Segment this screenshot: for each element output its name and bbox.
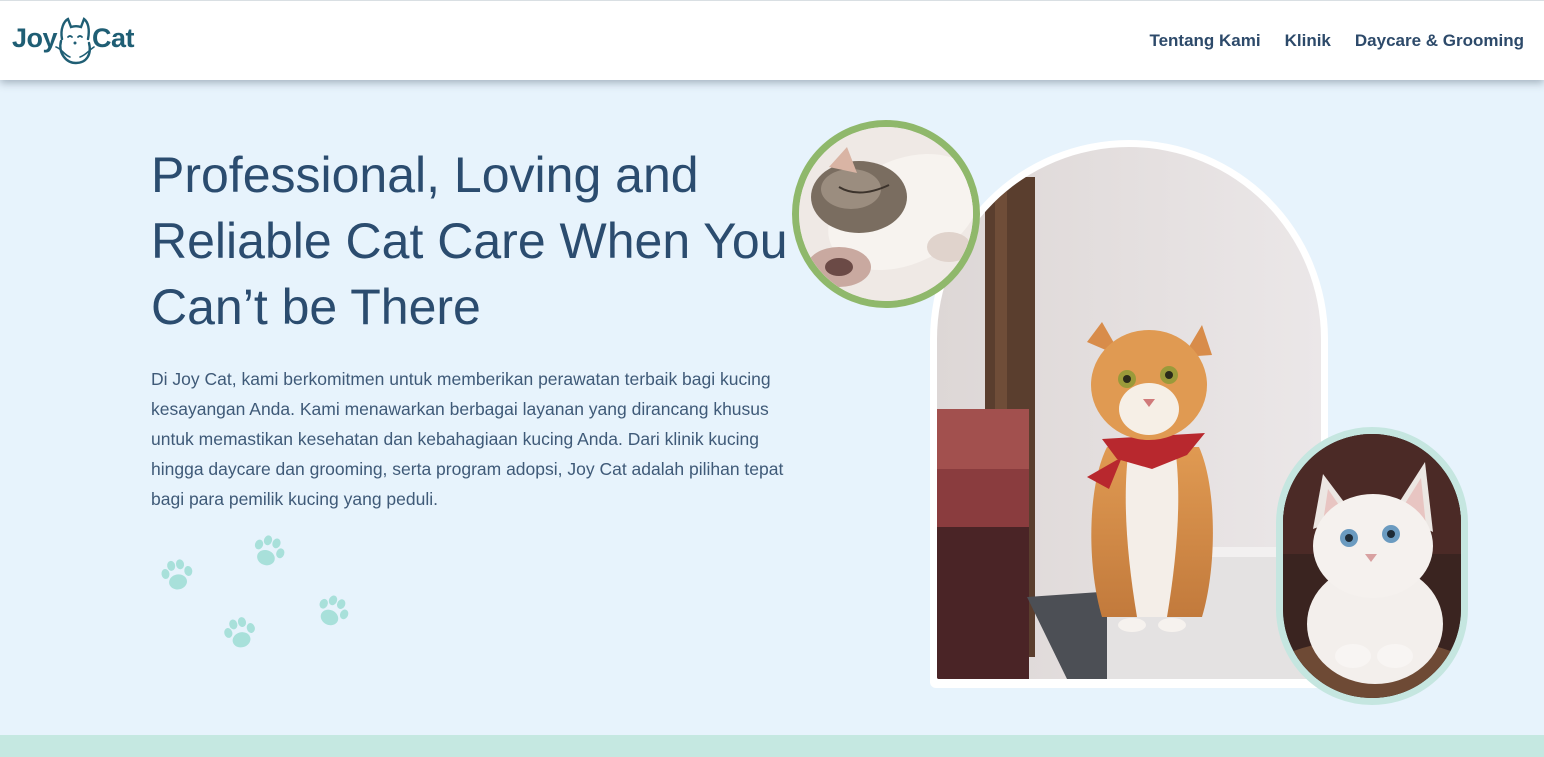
hero-description: Di Joy Cat, kami berkomitmen untuk membe… <box>151 369 784 509</box>
nav-tentang-kami[interactable]: Tentang Kami <box>1149 31 1260 51</box>
paw-prints-decoration <box>159 531 354 651</box>
logo-text-cat: Cat <box>92 23 135 53</box>
paw-print-icon <box>312 591 354 631</box>
nav-daycare-grooming[interactable]: Daycare & Grooming <box>1355 31 1524 51</box>
paw-print-icon <box>249 531 289 571</box>
paw-print-icon <box>221 614 259 651</box>
cat-logo-icon <box>55 17 95 65</box>
paw-print-icon <box>159 557 196 592</box>
hero-title: Professional, Loving and Reliable Cat Ca… <box>151 147 788 335</box>
hero-image-frame <box>930 140 1328 688</box>
logo-text-joy: Joy <box>12 23 58 53</box>
white-kitten-photo <box>1276 427 1468 705</box>
orange-cat-photo <box>937 147 1321 679</box>
main-nav: Tentang Kami Klinik Daycare & Grooming <box>1149 31 1524 51</box>
next-section-band <box>0 735 1544 757</box>
sleeping-kitten-photo <box>792 120 980 308</box>
nav-klinik[interactable]: Klinik <box>1285 31 1331 51</box>
logo[interactable]: Joy Cat <box>12 15 135 69</box>
site-header: Joy Cat Tentang Kami Klinik Daycare & Gr… <box>0 0 1544 80</box>
